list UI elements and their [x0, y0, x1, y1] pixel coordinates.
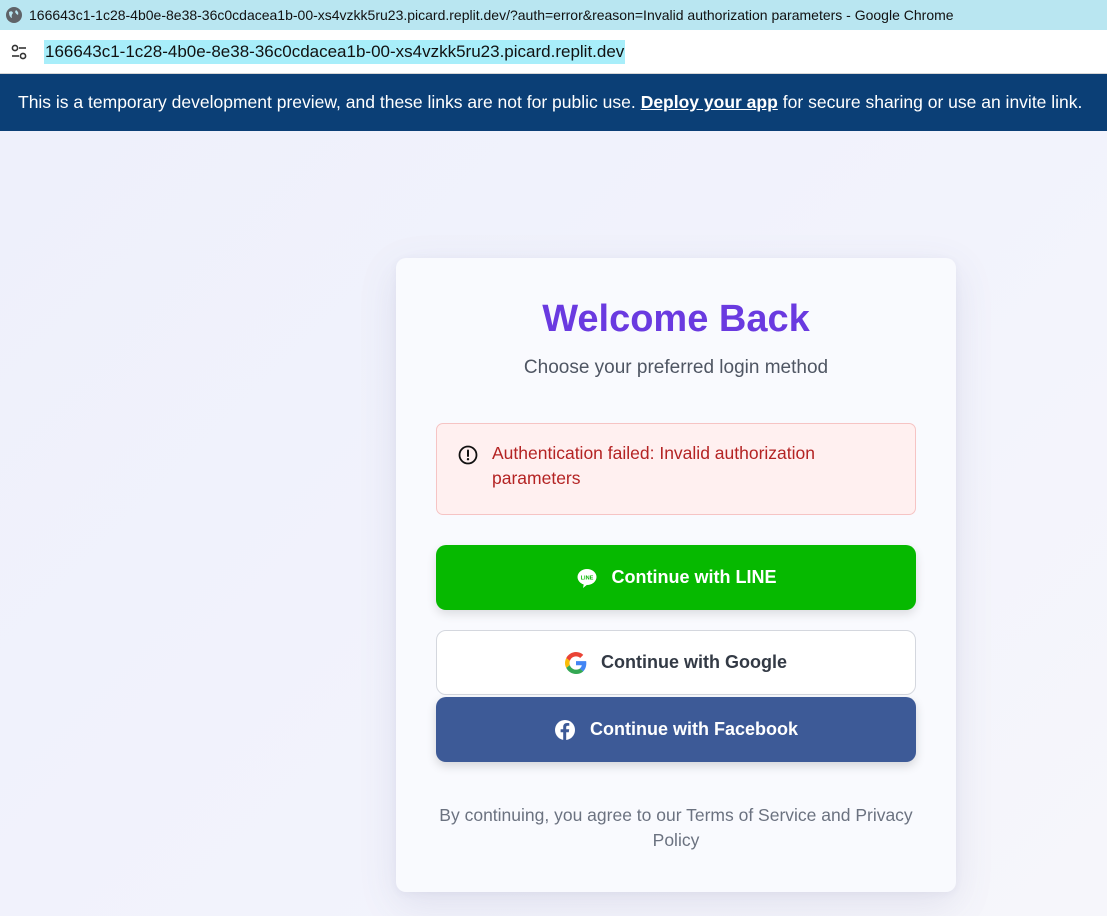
line-login-label: Continue with LINE: [611, 567, 777, 587]
google-login-button[interactable]: Continue with Google: [436, 630, 916, 695]
error-alert: Authentication failed: Invalid authoriza…: [436, 423, 916, 515]
address-bar: 166643c1-1c28-4b0e-8e38-36c0cdacea1b-00-…: [0, 30, 1107, 74]
url-field[interactable]: 166643c1-1c28-4b0e-8e38-36c0cdacea1b-00-…: [44, 39, 626, 64]
banner-text-after: for secure sharing or use an invite link…: [782, 92, 1083, 112]
facebook-login-label: Continue with Facebook: [589, 719, 798, 739]
page-background: Welcome Back Choose your preferred login…: [0, 131, 1107, 916]
google-login-label: Continue with Google: [601, 652, 787, 672]
browser-title-bar: 166643c1-1c28-4b0e-8e38-36c0cdacea1b-00-…: [0, 0, 1107, 30]
globe-icon: [5, 6, 23, 24]
page-title: Welcome Back: [542, 298, 810, 340]
banner-text: This is a temporary development preview,…: [18, 92, 636, 112]
facebook-icon: [554, 719, 576, 741]
line-login-button[interactable]: LINE Continue with LINE: [436, 545, 916, 610]
error-message: Authentication failed: Invalid authoriza…: [492, 443, 815, 488]
window-title: 166643c1-1c28-4b0e-8e38-36c0cdacea1b-00-…: [29, 7, 954, 23]
tune-icon[interactable]: [6, 39, 32, 65]
dev-preview-banner: This is a temporary development preview,…: [0, 74, 1107, 131]
page-subtitle: Choose your preferred login method: [523, 357, 829, 378]
svg-text:LINE: LINE: [580, 575, 593, 581]
terms-notice: By continuing, you agree to our Terms of…: [439, 805, 913, 850]
deploy-app-link[interactable]: Deploy your app: [641, 92, 778, 113]
facebook-login-button[interactable]: Continue with Facebook: [436, 697, 916, 762]
alert-circle-icon: [457, 444, 479, 466]
login-card: Welcome Back Choose your preferred login…: [396, 258, 956, 892]
google-icon: [565, 651, 587, 674]
line-icon: LINE: [576, 567, 598, 589]
